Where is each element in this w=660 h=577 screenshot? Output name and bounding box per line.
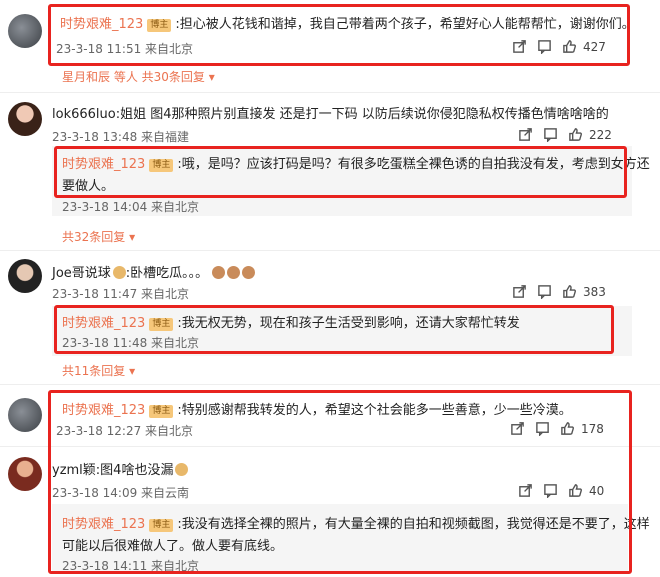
like-icon[interactable] (562, 284, 577, 299)
crown-icon (112, 266, 126, 279)
avatar[interactable] (8, 14, 42, 48)
monkey-emoji-icon (242, 266, 256, 279)
comment-text: :姐姐 图4那种照片别直接发 还是打一下码 以防后续说你侵犯隐私权传播色情啥啥啥… (115, 107, 609, 122)
highlight-box (54, 305, 614, 354)
comment-icon[interactable] (543, 127, 558, 142)
comment-meta: 23-3-18 11:47 来自北京 (52, 287, 190, 301)
avatar[interactable] (8, 398, 42, 432)
monkey-emoji-icon (227, 266, 241, 279)
divider (0, 250, 660, 251)
highlight-box (54, 146, 627, 198)
share-icon[interactable] (518, 127, 533, 142)
view-replies-link[interactable]: 共32条回复 ▾ (62, 228, 135, 245)
comment-line: Joe哥说球 :卧槽吃瓜。。。 (52, 262, 256, 281)
monkey-emoji-icon (212, 266, 226, 279)
divider (0, 92, 660, 93)
view-replies-link[interactable]: 星月和辰 等人 共30条回复 ▾ (62, 68, 215, 85)
share-icon[interactable] (512, 284, 527, 299)
comment-line: lok666luo:姐姐 图4那种照片别直接发 还是打一下码 以防后续说你侵犯隐… (52, 103, 609, 122)
avatar[interactable] (8, 102, 42, 136)
like-count: 383 (583, 284, 606, 299)
comment-meta: 23-3-18 13:48 来自福建 (52, 130, 190, 144)
comment-icon[interactable] (537, 284, 552, 299)
comment-actions: 222 (518, 127, 612, 142)
highlight-box (48, 4, 630, 66)
username[interactable]: lok666luo (52, 107, 116, 122)
reply-meta: 23-3-18 14:04 来自北京 (62, 200, 200, 214)
username[interactable]: Joe哥说球 (52, 266, 111, 281)
like-count: 222 (589, 127, 612, 142)
avatar[interactable] (8, 259, 42, 293)
divider (0, 384, 660, 385)
avatar[interactable] (8, 457, 42, 491)
comment-text: :卧槽吃瓜。。。 (125, 266, 209, 281)
comment-actions: 383 (512, 284, 606, 299)
like-icon[interactable] (568, 127, 583, 142)
view-replies-link[interactable]: 共11条回复 ▾ (62, 362, 135, 379)
highlight-box (48, 390, 632, 574)
